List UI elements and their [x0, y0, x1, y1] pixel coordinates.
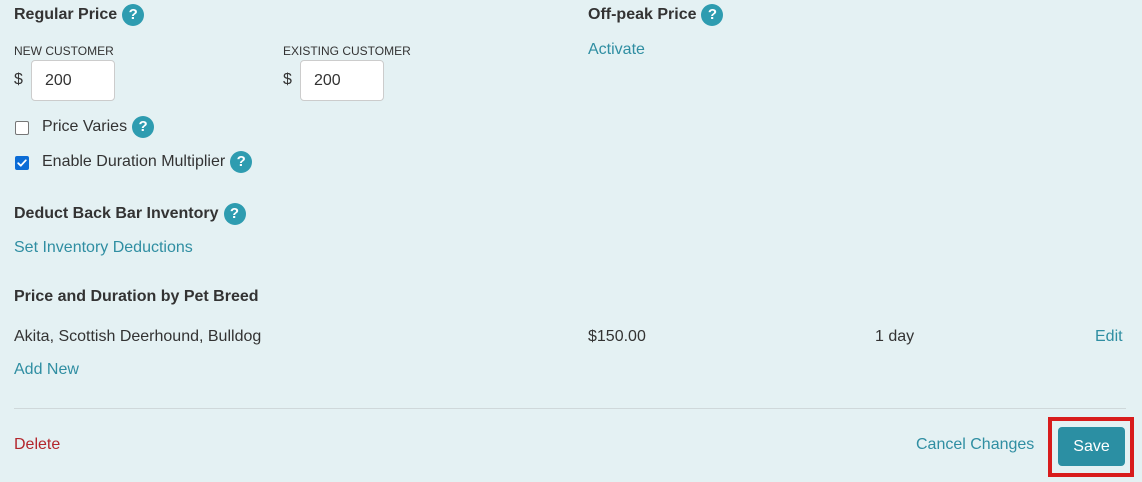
breed-pricing-heading: Price and Duration by Pet Breed: [14, 288, 259, 305]
checkmark-icon: [17, 159, 27, 167]
inventory-help-icon[interactable]: ?: [223, 203, 246, 225]
regular-price-help-icon[interactable]: ?: [122, 4, 145, 26]
duration-multiplier-label[interactable]: Enable Duration Multiplier: [42, 153, 225, 170]
cancel-changes-link[interactable]: Cancel Changes: [916, 436, 1034, 454]
set-inventory-deductions-link[interactable]: Set Inventory Deductions: [14, 239, 193, 257]
offpeak-activate-link[interactable]: Activate: [588, 41, 645, 59]
breed-pricing-row: Akita, Scottish Deerhound, Bulldog $150.…: [0, 328, 1142, 350]
save-button[interactable]: Save: [1058, 427, 1125, 466]
new-customer-label: NEW CUSTOMER: [14, 44, 114, 58]
existing-customer-label: EXISTING CUSTOMER: [283, 44, 411, 58]
existing-customer-currency-symbol: $: [283, 71, 292, 88]
offpeak-price-heading: Off-peak Price: [588, 6, 697, 24]
breed-pricing-row-edit-link[interactable]: Edit: [1095, 328, 1123, 346]
breed-pricing-row-price: $150.00: [588, 328, 646, 345]
offpeak-price-help-icon[interactable]: ?: [701, 4, 724, 26]
breed-pricing-row-breeds: Akita, Scottish Deerhound, Bulldog: [14, 328, 262, 345]
duration-multiplier-checkbox[interactable]: [15, 156, 29, 170]
duration-multiplier-row: Enable Duration Multiplier?: [42, 151, 253, 173]
duration-multiplier-help-icon[interactable]: ?: [230, 151, 253, 173]
offpeak-price-heading-row: Off-peak Price?: [588, 4, 724, 26]
price-varies-row: Price Varies?: [42, 116, 155, 138]
inventory-heading: Deduct Back Bar Inventory: [14, 205, 219, 223]
new-customer-price-input[interactable]: [31, 60, 115, 101]
price-varies-checkbox[interactable]: [15, 121, 29, 135]
add-new-breed-link[interactable]: Add New: [14, 361, 79, 379]
new-customer-currency-symbol: $: [14, 71, 23, 88]
existing-customer-price-input[interactable]: [300, 60, 384, 101]
price-varies-label[interactable]: Price Varies: [42, 118, 127, 135]
price-varies-help-icon[interactable]: ?: [132, 116, 155, 138]
inventory-heading-row: Deduct Back Bar Inventory?: [14, 203, 246, 225]
regular-price-heading: Regular Price: [14, 6, 118, 24]
footer-divider: [14, 408, 1126, 409]
breed-pricing-row-duration: 1 day: [875, 328, 915, 345]
delete-link[interactable]: Delete: [14, 436, 60, 454]
regular-price-heading-row: Regular Price?: [14, 4, 145, 26]
